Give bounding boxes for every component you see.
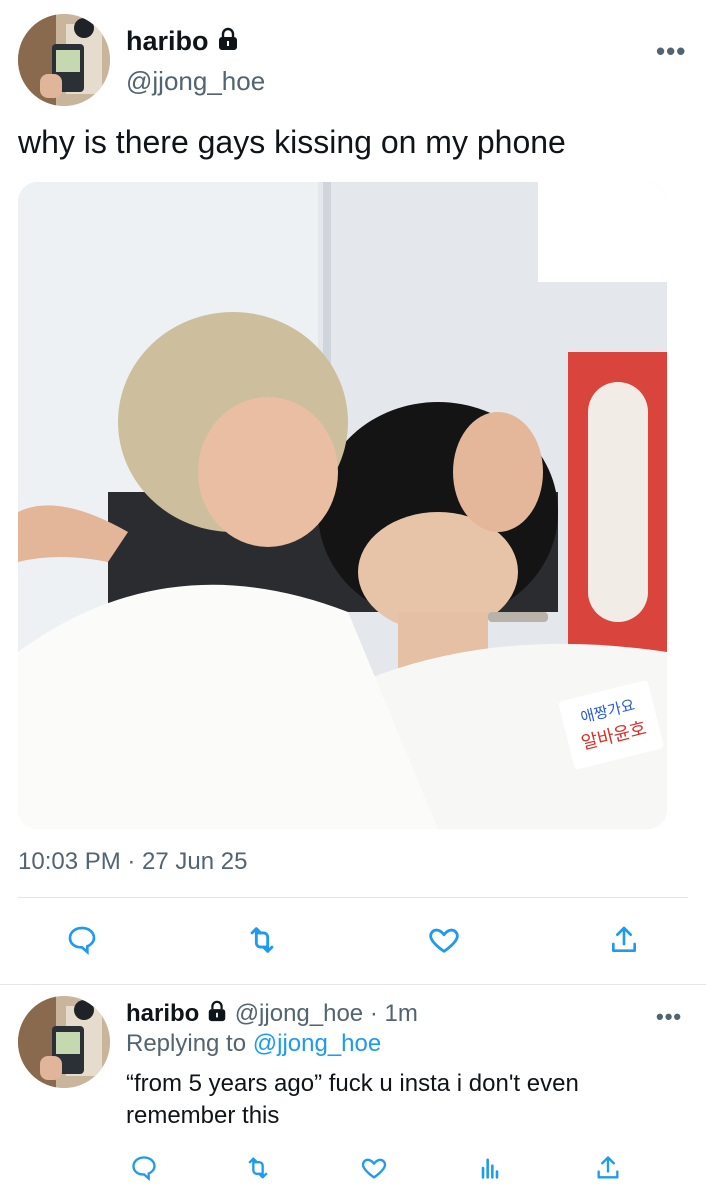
retweet-icon xyxy=(250,927,274,953)
heart-icon xyxy=(429,928,459,953)
tweet-media-image[interactable]: 애짱가요 알바윤호 xyxy=(18,182,667,829)
reply-more-options-icon[interactable]: ••• xyxy=(656,1004,682,1030)
reply-time[interactable]: · 1m xyxy=(370,1000,418,1027)
tweet-text: why is there gays kissing on my phone xyxy=(18,124,566,160)
retweet-icon xyxy=(248,1157,268,1179)
replying-to-label: Replying to xyxy=(126,1030,247,1057)
display-name[interactable]: haribo xyxy=(126,26,240,58)
replying-to: Replying to @jjong_hoe xyxy=(126,1030,381,1058)
like-button[interactable] xyxy=(424,920,464,960)
reply-handle[interactable]: @jjong_hoe xyxy=(235,1000,363,1027)
reply-avatar[interactable] xyxy=(18,996,110,1088)
lock-icon xyxy=(216,27,240,58)
more-options-icon[interactable]: ••• xyxy=(656,36,686,67)
lock-icon xyxy=(206,1000,228,1029)
avatar-image xyxy=(18,14,110,106)
reply-retweet-button[interactable] xyxy=(242,1152,274,1184)
display-name-text[interactable]: haribo xyxy=(126,26,209,56)
retweet-button[interactable] xyxy=(242,920,282,960)
share-icon xyxy=(597,1156,619,1179)
avatar-image xyxy=(18,996,110,1088)
replying-to-handle[interactable]: @jjong_hoe xyxy=(253,1030,381,1057)
reply-header: haribo @jjong_hoe · 1m xyxy=(126,1000,418,1029)
reply-analytics-button[interactable] xyxy=(474,1152,506,1184)
reply-button[interactable] xyxy=(62,920,102,960)
reply-display-name[interactable]: haribo xyxy=(126,1000,199,1027)
heart-icon xyxy=(361,1158,387,1179)
reply-like-button[interactable] xyxy=(358,1152,390,1184)
avatar[interactable] xyxy=(18,14,110,106)
reply-text: “from 5 years ago” fuck u insta i don't … xyxy=(126,1070,579,1129)
share-button[interactable] xyxy=(604,920,644,960)
reply-reply-button[interactable] xyxy=(128,1152,160,1184)
analytics-icon xyxy=(481,1158,499,1179)
divider xyxy=(18,897,688,898)
tweet-timestamp[interactable]: 10:03 PM · 27 Jun 25 xyxy=(18,848,247,876)
handle[interactable]: @jjong_hoe xyxy=(126,66,265,97)
reply-icon xyxy=(132,1156,156,1182)
reply-icon xyxy=(68,926,96,955)
divider xyxy=(0,984,706,985)
share-icon xyxy=(612,926,636,952)
reply-share-button[interactable] xyxy=(592,1152,624,1184)
